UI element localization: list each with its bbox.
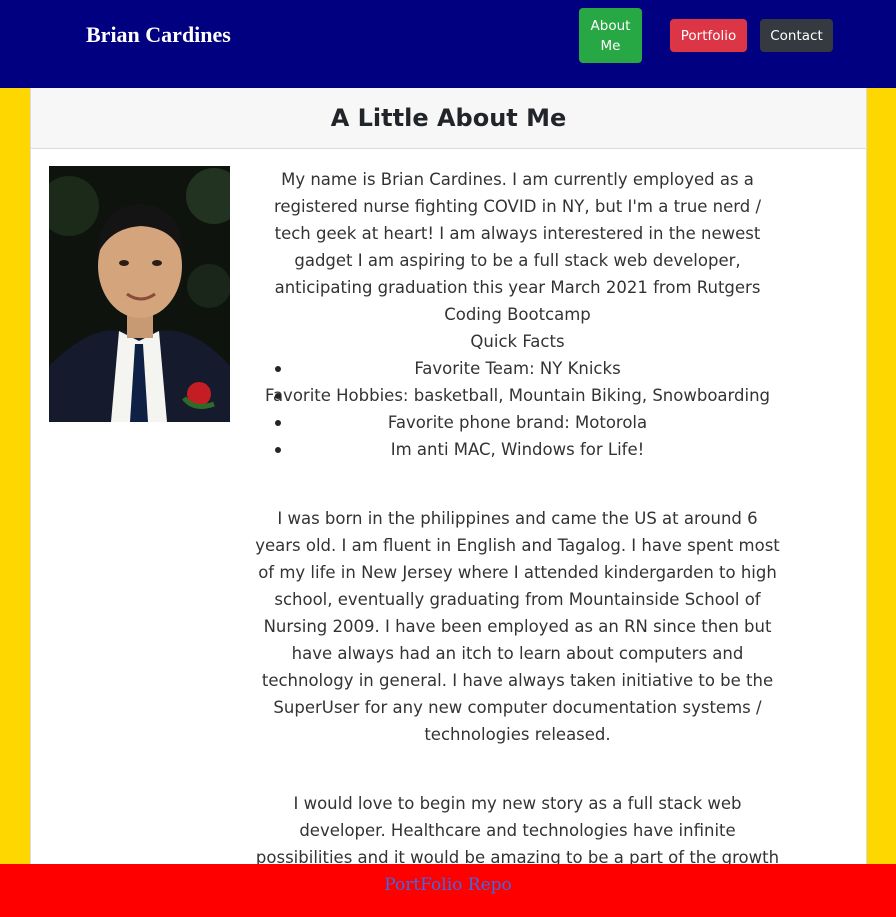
list-item: Favorite phone brand: Motorola [255, 409, 780, 436]
contact-button[interactable]: Contact [760, 19, 833, 52]
intro-paragraph: My name is Brian Cardines. I am currentl… [273, 170, 762, 324]
profile-photo [49, 166, 230, 422]
portfolio-repo-link[interactable]: PortFolio Repo [384, 875, 512, 895]
navbar: Brian Cardines About Me Portfolio Contac… [0, 0, 896, 88]
about-text: My name is Brian Cardines. I am currentl… [255, 166, 780, 877]
list-item: Im anti MAC, Windows for Life! [255, 436, 780, 463]
about-card: A Little About Me My name is Brian Cardi… [30, 88, 867, 878]
list-item: Favorite Hobbies: basketball, Mountain B… [255, 382, 780, 409]
card-header: A Little About Me [31, 88, 866, 149]
background-paragraph: I was born in the philippines and came t… [255, 509, 780, 744]
brand-title[interactable]: Brian Cardines [86, 22, 231, 48]
page-title: A Little About Me [330, 104, 567, 132]
footer: PortFolio Repo [0, 864, 896, 917]
list-item: Favorite Team: NY Knicks [255, 355, 780, 382]
quick-facts-list: Favorite Team: NY Knicks Favorite Hobbie… [255, 355, 780, 463]
portfolio-button[interactable]: Portfolio [670, 19, 747, 52]
about-me-button[interactable]: About Me [579, 8, 642, 63]
quick-facts-title: Quick Facts [470, 332, 565, 351]
profile-photo-image [49, 166, 230, 422]
